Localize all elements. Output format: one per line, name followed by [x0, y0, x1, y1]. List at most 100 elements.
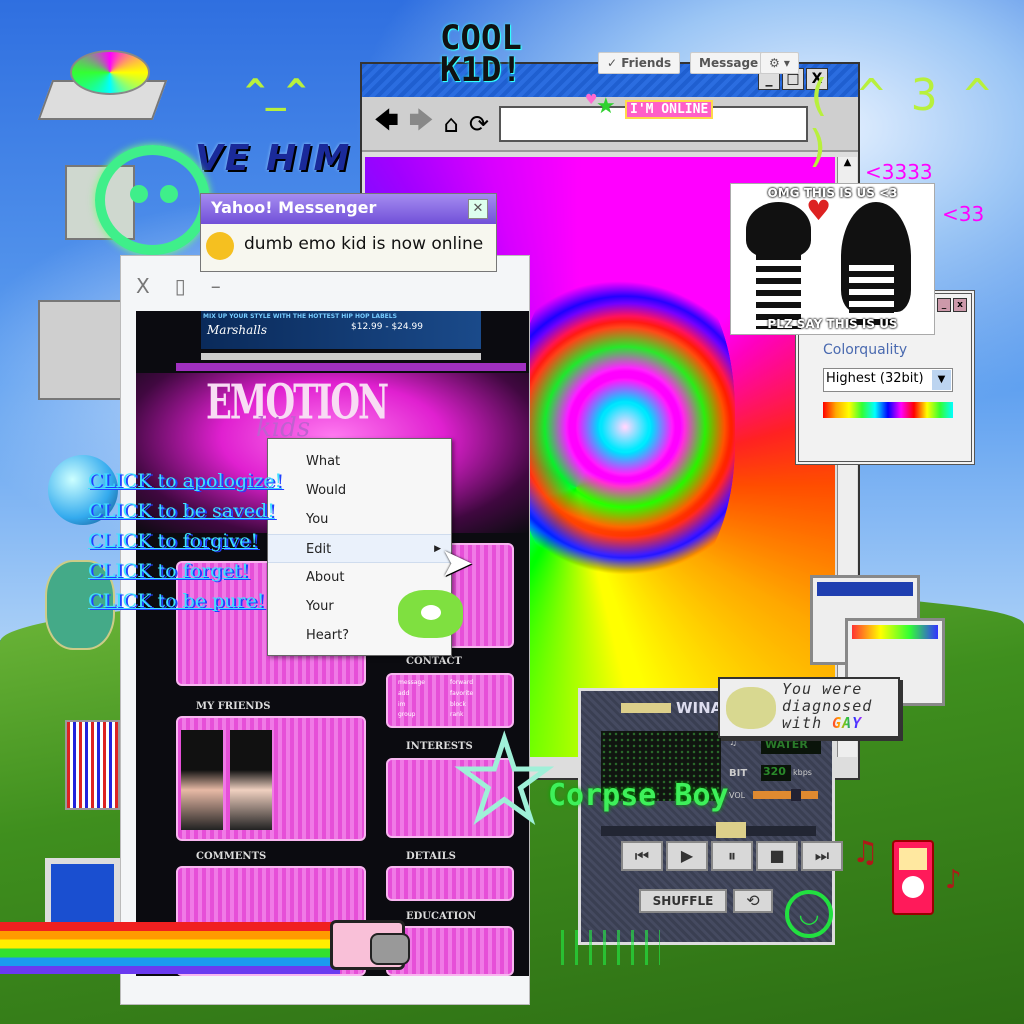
previous-button[interactable]: ⏮: [621, 841, 663, 871]
bitrate-display: 320: [761, 765, 791, 781]
stop-button[interactable]: ■: [756, 841, 798, 871]
chevron-down-icon[interactable]: ▼: [932, 370, 951, 390]
my-friends-heading: MY FRIENDS: [196, 701, 271, 712]
winamp-logo-bar: [621, 703, 671, 713]
forward-arrow-icon[interactable]: 🡆: [409, 103, 434, 144]
cd-drive-icon[interactable]: [37, 45, 168, 125]
diagnosis-highlight: GAY: [832, 714, 863, 732]
hearts-text-small: <33: [942, 202, 985, 226]
selected-value: Highest (32bit): [826, 371, 924, 386]
corpse-boy-text: Corpse Boy: [548, 778, 729, 813]
contact-group[interactable]: group: [398, 711, 450, 722]
profile-search-bar[interactable]: [201, 353, 481, 360]
color-quality-select[interactable]: Highest (32bit) ▼: [823, 368, 953, 392]
diagnosis-badge: You were diagnosed with GAY: [718, 677, 900, 738]
kaomoji-kiss: ( ^ 3 ^ ): [805, 70, 991, 172]
close-icon[interactable]: ✕: [468, 199, 488, 219]
pause-button[interactable]: ⏸: [711, 841, 753, 871]
contact-forward[interactable]: forward: [450, 679, 502, 690]
emo-couple-image: OMG THIS IS US <3 ♥ PLZ SAY THIS IS US: [730, 183, 935, 335]
yahoo-titlebar: Yahoo! Messenger ✕: [201, 194, 496, 224]
menu-item-edit[interactable]: Edit ▶: [268, 534, 451, 563]
link-forgive[interactable]: CLICK to forgive!: [88, 530, 282, 560]
smiley-icon: [206, 232, 234, 260]
home-icon[interactable]: ⌂: [444, 110, 459, 138]
smiley-face-icon: ◡: [785, 890, 833, 938]
doctor-mario-icon: [726, 687, 776, 729]
nyan-cat-icon: [330, 920, 410, 970]
next-button[interactable]: ⏭: [801, 841, 843, 871]
contact-block[interactable]: block: [450, 701, 502, 712]
hearts-text: <3333: [865, 160, 933, 184]
maximize-button[interactable]: ▯: [175, 274, 186, 298]
yahoo-title: Yahoo! Messenger: [211, 198, 377, 217]
diagnosis-line3: with: [782, 714, 823, 732]
cool-kid-line2: K1D!: [440, 50, 522, 90]
friend-photo[interactable]: [181, 730, 223, 830]
menu-item-edit-label: Edit: [306, 542, 332, 557]
click-links: CLICK to apologize! CLICK to be saved! C…: [88, 470, 282, 620]
bottom-caption: PLZ SAY THIS IS US: [767, 317, 898, 331]
details-heading: DETAILS: [406, 851, 456, 862]
music-note-icon: ♪: [945, 865, 962, 895]
color-spectrum-bar: [823, 402, 953, 418]
repeat-button[interactable]: ⟲: [733, 889, 773, 913]
details-panel: [386, 866, 514, 901]
menu-item-what[interactable]: What: [268, 447, 451, 476]
song-title-display: WATER: [761, 738, 821, 754]
play-button[interactable]: ▶: [666, 841, 708, 871]
minimize-button[interactable]: _: [937, 298, 951, 312]
banner-price: $12.99 - $24.99: [351, 322, 423, 332]
contact-im[interactable]: im: [398, 701, 450, 712]
contact-heading: CONTACT: [406, 656, 462, 667]
link-be-saved[interactable]: CLICK to be saved!: [88, 500, 282, 530]
yahoo-messenger-popup[interactable]: Yahoo! Messenger ✕ dumb emo kid is now o…: [200, 193, 497, 272]
profile-nav-bar[interactable]: [176, 363, 526, 371]
love-him-text: VE HIM: [195, 138, 352, 179]
friends-panel: [176, 716, 366, 841]
shuffle-button[interactable]: SHUFFLE: [639, 889, 727, 913]
diagnosis-line2: diagnosed: [782, 697, 873, 715]
star-outline-icon: ★: [453, 716, 557, 844]
back-arrow-icon[interactable]: 🡄: [374, 103, 399, 144]
color-quality-label: Colorquality: [823, 342, 908, 358]
ipod-icon: [892, 840, 934, 915]
menu-item-about[interactable]: About: [268, 563, 451, 592]
volume-slider[interactable]: [753, 789, 818, 801]
kaomoji-smile: ^_^: [245, 72, 307, 112]
friends-button[interactable]: ✓ Friends: [598, 52, 681, 74]
link-be-pure[interactable]: CLICK to be pure!: [88, 590, 282, 620]
diagnosis-line1: You were: [782, 680, 863, 698]
online-badge: I'M ONLINE: [625, 100, 714, 119]
message-button[interactable]: Message: [690, 52, 768, 74]
menu-item-would[interactable]: Would: [268, 476, 451, 505]
link-apologize[interactable]: CLICK to apologize!: [88, 470, 282, 500]
education-heading: EDUCATION: [406, 911, 477, 922]
star-icon: ★: [596, 94, 616, 119]
link-forget[interactable]: CLICK to forget!: [88, 560, 282, 590]
contact-add[interactable]: add: [398, 690, 450, 701]
friend-photo[interactable]: [230, 730, 272, 830]
bitrate-label: BIT: [729, 768, 748, 779]
window-controls: X ▯ –: [136, 274, 221, 298]
comments-heading: COMMENTS: [196, 851, 267, 862]
playback-controls: ⏮ ▶ ⏸ ■ ⏭: [621, 841, 843, 871]
contact-favorite[interactable]: favorite: [450, 690, 502, 701]
refresh-icon[interactable]: ⟳: [469, 110, 489, 138]
minimize-button[interactable]: –: [211, 274, 221, 298]
cool-kid-text: COOL K1D!: [440, 21, 522, 90]
menu-item-you[interactable]: You: [268, 505, 451, 534]
yahoo-message: dumb emo kid is now online: [244, 234, 484, 254]
skull-icon: [95, 145, 210, 255]
seek-bar[interactable]: [601, 822, 816, 838]
volume-label: VOL: [729, 791, 746, 800]
settings-dropdown[interactable]: ⚙ ▾: [760, 52, 799, 74]
banner-ad[interactable]: MIX UP YOUR STYLE WITH THE HOTTEST HIP H…: [201, 311, 481, 349]
mouse-cursor-icon: ➤: [440, 540, 474, 586]
green-bear-icon: [398, 590, 463, 638]
close-button[interactable]: x: [953, 298, 967, 312]
pixel-glyph-decoration: [555, 930, 660, 965]
contact-message[interactable]: message: [398, 679, 450, 690]
close-button[interactable]: X: [136, 274, 150, 298]
kbps-label: kbps: [793, 768, 812, 777]
